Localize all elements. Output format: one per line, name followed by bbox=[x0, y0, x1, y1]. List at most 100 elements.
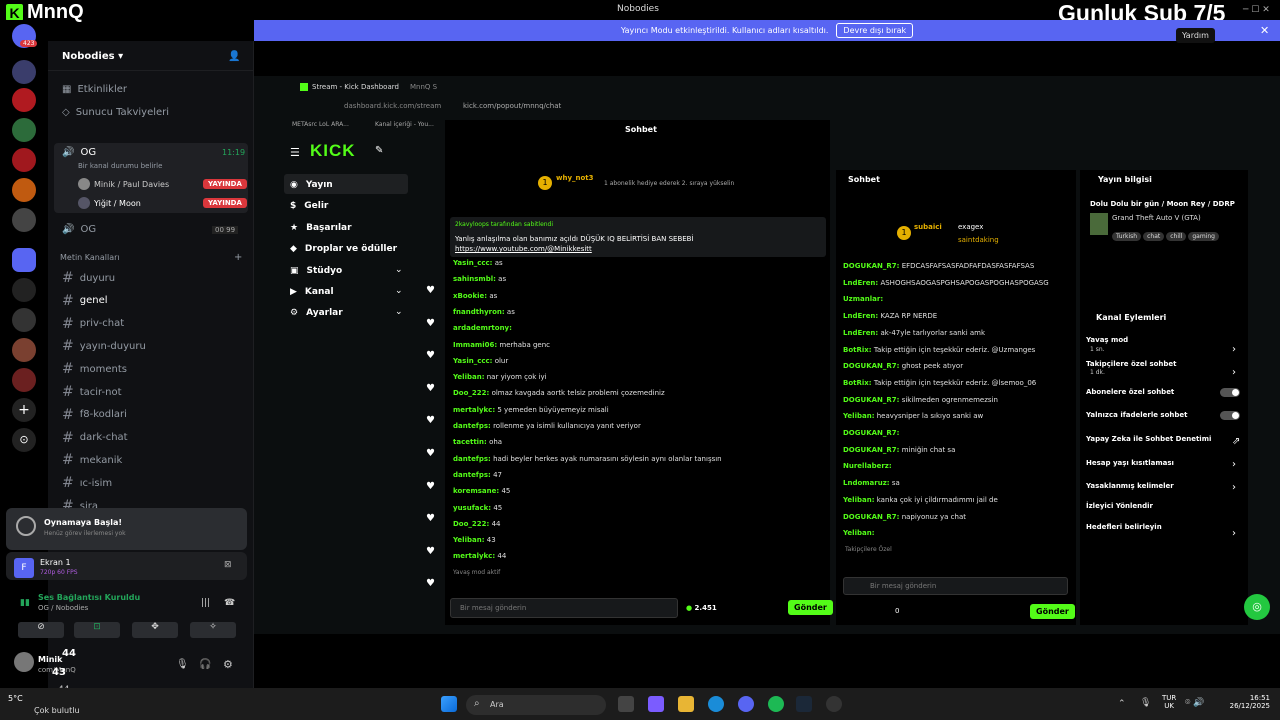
stop-screen-icon[interactable]: ⊠ bbox=[224, 560, 232, 570]
heart-icon[interactable]: ♥ bbox=[426, 285, 435, 296]
bookmark[interactable]: Kanal içeriği - You... bbox=[375, 121, 434, 128]
url-bar[interactable]: dashboard.kick.com/stream bbox=[344, 102, 441, 110]
events-item[interactable]: ▦ Etkinlikler bbox=[62, 84, 127, 95]
chat-username[interactable]: Yeliban: bbox=[453, 536, 485, 544]
top-gifter[interactable]: subaici bbox=[914, 223, 942, 231]
chat-username[interactable]: yusufack: bbox=[453, 504, 491, 512]
server-icon[interactable] bbox=[12, 148, 36, 172]
server-icon[interactable] bbox=[12, 338, 36, 362]
disable-streamer-mode-button[interactable]: Devre dışı bırak bbox=[836, 23, 914, 38]
copilot-icon[interactable] bbox=[648, 696, 664, 712]
heart-icon[interactable]: ♥ bbox=[426, 578, 435, 589]
chat-message[interactable]: Doo_222: olmaz kavgada aortk telsiz prob… bbox=[453, 389, 665, 397]
ai-moderation-action[interactable]: Yapay Zeka ile Sohbet Denetimi bbox=[1086, 435, 1211, 443]
category-header[interactable]: Metin Kanalları bbox=[60, 253, 120, 262]
chat-username[interactable]: Yeliban: bbox=[453, 373, 485, 381]
voice-channel-og[interactable]: 🔊 OG bbox=[62, 147, 96, 158]
send-button[interactable]: Gönder bbox=[788, 600, 833, 615]
chat-message[interactable]: ardademrtony: bbox=[453, 324, 512, 332]
server-icon[interactable] bbox=[12, 178, 36, 202]
chat-username[interactable]: Lndomaruz: bbox=[843, 479, 890, 487]
server-icon[interactable] bbox=[12, 60, 36, 84]
channel-item[interactable]: # priv-chat bbox=[62, 316, 124, 332]
obs-icon[interactable] bbox=[826, 696, 842, 712]
heart-icon[interactable]: ♥ bbox=[426, 415, 435, 426]
heart-icon[interactable]: ♥ bbox=[426, 383, 435, 394]
activities-button[interactable]: ✥ bbox=[132, 622, 178, 638]
discord-icon[interactable] bbox=[738, 696, 754, 712]
taskbar-search[interactable] bbox=[466, 695, 606, 715]
chat-message[interactable]: BotRix: Takip ettiğin için teşekkür eder… bbox=[843, 379, 1036, 387]
server-header[interactable]: Nobodies ▾ bbox=[48, 41, 254, 71]
spotify-icon[interactable] bbox=[768, 696, 784, 712]
heart-icon[interactable]: ♥ bbox=[426, 513, 435, 524]
chat-username[interactable]: dantefps: bbox=[453, 455, 491, 463]
heart-icon[interactable]: ♥ bbox=[426, 350, 435, 361]
chat-message[interactable]: Nurellaberz: bbox=[843, 462, 892, 470]
chat-message[interactable]: dantefps: hadi beyler herkes ayak numara… bbox=[453, 455, 722, 463]
chat-username[interactable]: koremsane: bbox=[453, 487, 499, 495]
add-channel-icon[interactable]: + bbox=[234, 252, 242, 263]
server-folder-icon[interactable] bbox=[12, 248, 36, 272]
chat-message[interactable]: BotRix: Takip ettiğin için teşekkür eder… bbox=[843, 346, 1035, 354]
bookmark[interactable]: METAsrc LoL ARA... bbox=[292, 121, 349, 128]
banned-words-action[interactable]: Yasaklanmış kelimeler bbox=[1086, 482, 1174, 490]
chat-username[interactable]: tacettin: bbox=[453, 438, 487, 446]
chat-username[interactable]: Doo_222: bbox=[453, 389, 489, 397]
kick-nav-item[interactable]: ▶ Kanal bbox=[290, 287, 334, 297]
chat-username[interactable]: Uzmanlar: bbox=[843, 295, 883, 303]
kick-nav-item[interactable]: ▣ Stüdyo bbox=[290, 266, 342, 276]
chat-username[interactable]: DOGUKAN_R7: bbox=[843, 446, 899, 454]
microphone-icon[interactable]: 🎙 bbox=[176, 659, 189, 670]
chat-username[interactable]: dantefps: bbox=[453, 471, 491, 479]
chat-username[interactable]: Immami06: bbox=[453, 341, 497, 349]
chat-username[interactable]: mertalykc: bbox=[453, 552, 495, 560]
avatar[interactable] bbox=[14, 652, 34, 672]
gifter-3[interactable]: saintdaking bbox=[958, 236, 999, 244]
activity-panel[interactable] bbox=[6, 508, 247, 550]
chat-message[interactable]: Immami06: merhaba genc bbox=[453, 341, 550, 349]
chat-message[interactable]: Yeliban: kanka çok iyi çildırmadımmı jai… bbox=[843, 496, 998, 504]
chat-message[interactable]: sahinsmbl: as bbox=[453, 275, 506, 283]
soundboard-button[interactable]: ✧ bbox=[190, 622, 236, 638]
chat-username[interactable]: DOGUKAN_R7: bbox=[843, 262, 899, 270]
chat-message[interactable]: dantefps: rollenme ya isimli kullanıcıya… bbox=[453, 422, 641, 430]
chat-message[interactable]: DOGUKAN_R7: sikilmeden ogrenmemezsin bbox=[843, 396, 998, 404]
chat-username[interactable]: DOGUKAN_R7: bbox=[843, 429, 899, 437]
chat-username[interactable]: DOGUKAN_R7: bbox=[843, 396, 899, 404]
goals-action[interactable]: Hedefleri belirleyin bbox=[1086, 523, 1162, 531]
chat-username[interactable]: Yeliban: bbox=[843, 529, 875, 537]
chevron-down-icon[interactable]: ⌄ bbox=[395, 286, 403, 296]
browser-tab[interactable]: MnnQ S bbox=[410, 83, 437, 91]
raid-action[interactable]: İzleyici Yönlendir bbox=[1086, 502, 1153, 510]
share-screen-button[interactable]: ⊡ bbox=[74, 622, 120, 638]
chevron-down-icon[interactable]: ⌄ bbox=[395, 307, 403, 317]
chat-message[interactable]: Yeliban: heavysniper la sıkıyo sanki aw bbox=[843, 412, 983, 420]
chat-message[interactable]: Yasin_ccc: as bbox=[453, 259, 503, 267]
channel-item[interactable]: # mekanik bbox=[62, 452, 122, 468]
boosts-item[interactable]: ◇ Sunucu Takviyeleri bbox=[62, 107, 169, 118]
chat-username[interactable]: Yeliban: bbox=[843, 496, 875, 504]
server-icon[interactable] bbox=[12, 308, 36, 332]
file-explorer-icon[interactable] bbox=[678, 696, 694, 712]
chat-message[interactable]: Yeliban: nar yiyom çok iyi bbox=[453, 373, 547, 381]
edge-icon[interactable] bbox=[708, 696, 724, 712]
channel-item[interactable]: # moments bbox=[62, 361, 127, 377]
kick-nav-item[interactable]: ⚙ Ayarlar bbox=[290, 308, 343, 318]
channel-item[interactable]: # genel bbox=[62, 293, 108, 309]
settings-icon[interactable]: ⚙ bbox=[223, 658, 233, 671]
chat-message[interactable]: Uzmanlar: bbox=[843, 295, 883, 303]
chat-username[interactable]: Nurellaberz: bbox=[843, 462, 892, 470]
menu-icon[interactable]: ☰ bbox=[290, 146, 300, 159]
tray-chevron-icon[interactable]: ⌃ bbox=[1118, 699, 1126, 709]
top-gifter[interactable]: why_not3 bbox=[556, 174, 594, 182]
task-view-icon[interactable] bbox=[618, 696, 634, 712]
chat-message[interactable]: LndEren: KAZA RP NERDE bbox=[843, 312, 937, 320]
chat-message[interactable]: LndEren: ak-47yle tarlıyorlar sanki amk bbox=[843, 329, 985, 337]
url-bar[interactable]: kick.com/popout/mnnq/chat bbox=[463, 102, 561, 110]
account-age-action[interactable]: Hesap yaşı kısıtlaması bbox=[1086, 459, 1174, 467]
chat-message[interactable]: DOGUKAN_R7: miniğin chat sa bbox=[843, 446, 955, 454]
heart-icon[interactable]: ♥ bbox=[426, 318, 435, 329]
chat-message[interactable]: yusufack: 45 bbox=[453, 504, 502, 512]
chat-message[interactable]: mertalykc: 44 bbox=[453, 552, 506, 560]
